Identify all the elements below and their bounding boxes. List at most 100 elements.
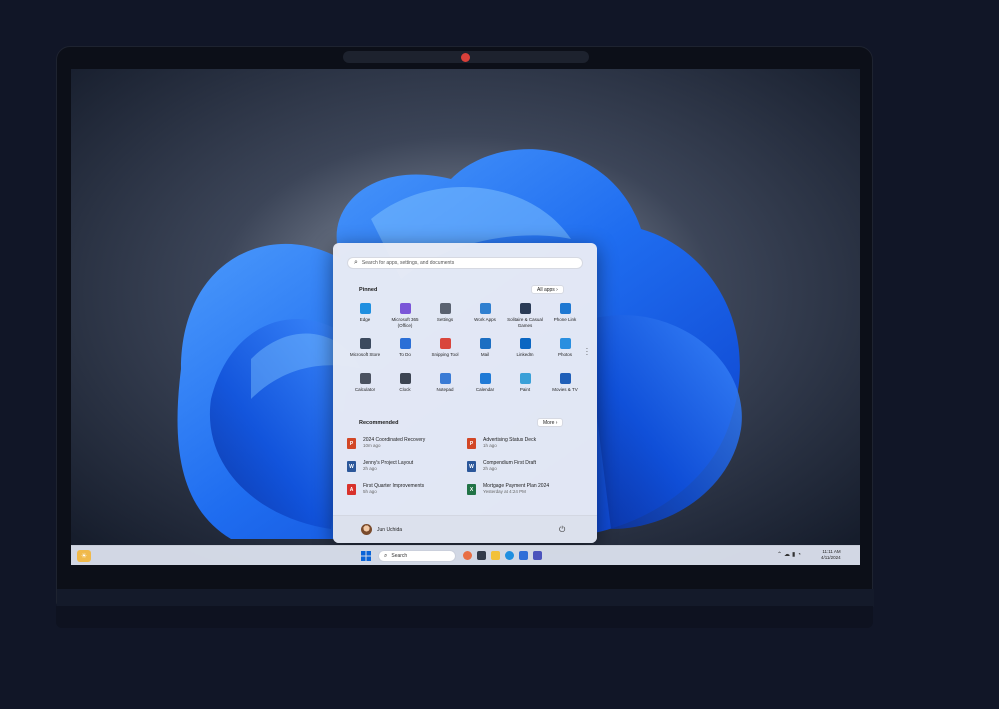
copilot-icon[interactable] — [463, 551, 472, 560]
pinned-app[interactable]: Solitaire & Casual Games — [505, 303, 545, 329]
pinned-app[interactable]: Clock — [385, 373, 425, 399]
pinned-title: Pinned — [359, 287, 378, 293]
taskbar-search[interactable]: ⌕ Search — [378, 550, 456, 562]
power-icon[interactable]: ⏻ — [559, 525, 565, 535]
pinned-app-label: Work Apps — [474, 317, 496, 322]
solitaire-icon — [519, 303, 531, 314]
recommended-text: 2024 Coordinated Recovery 10m ago — [363, 437, 425, 449]
pinned-app[interactable]: Photos — [545, 338, 585, 364]
windows-start-icon[interactable] — [361, 551, 371, 561]
recommended-time: 1h ago — [483, 443, 497, 448]
mail-icon — [479, 338, 491, 349]
pinned-app-label: Snipping Tool — [431, 352, 459, 357]
teams-icon[interactable] — [533, 551, 542, 560]
pinned-app[interactable]: LinkedIn — [505, 338, 545, 364]
start-search-box[interactable]: ⌕ Search for apps, settings, and documen… — [347, 257, 583, 269]
pinned-app-label: Photos — [557, 352, 572, 357]
edge-icon[interactable] — [505, 551, 514, 560]
pinned-app-label: Notepad — [436, 387, 454, 392]
calculator-icon — [359, 373, 371, 384]
pinned-app[interactable]: Microsoft Store — [345, 338, 385, 364]
taskbar-search-label: Search — [391, 553, 408, 559]
recommended-item[interactable]: P 2024 Coordinated Recovery 10m ago — [347, 437, 467, 451]
store-icon — [359, 338, 371, 349]
search-icon: ⌕ — [354, 259, 358, 266]
linkedin-icon — [519, 338, 531, 349]
pinned-app-label: Solitaire & Casual Games — [507, 317, 543, 328]
pdf-icon: A — [347, 484, 356, 495]
movies-icon — [559, 373, 571, 384]
pinned-app-label: Paint — [519, 387, 531, 392]
recommended-item[interactable]: W Jenny's Project Layout 2h ago — [347, 460, 467, 474]
pinned-app[interactable]: Movies & TV — [545, 373, 585, 399]
pinned-app-label: LinkedIn — [516, 352, 534, 357]
recommended-item[interactable]: P Advertising Status Deck 1h ago — [467, 437, 587, 451]
weather-icon[interactable]: ☀ — [77, 550, 91, 562]
pinned-app-label: Movies & TV — [552, 387, 578, 392]
pinned-app-label: Edge — [359, 317, 371, 322]
laptop-bezel: ⌕ Search for apps, settings, and documen… — [56, 46, 874, 607]
pinned-apps-grid: Edge Microsoft 365 (Office) Settings Work A… — [345, 303, 585, 399]
recommended-time: Yesterday at 4:24 PM — [483, 489, 526, 494]
pinned-app-label: Settings — [436, 317, 454, 322]
pinned-app[interactable]: Calculator — [345, 373, 385, 399]
recommended-list: P 2024 Coordinated Recovery 10m ago P Advert… — [347, 437, 587, 497]
pinned-app[interactable]: Edge — [345, 303, 385, 329]
more-pages-icon[interactable]: · · · — [585, 345, 589, 359]
powerpoint-icon: P — [347, 438, 356, 449]
paint-icon — [519, 373, 531, 384]
word-icon: W — [347, 461, 356, 472]
start-menu: ⌕ Search for apps, settings, and documen… — [333, 243, 597, 543]
clock-icon — [399, 373, 411, 384]
recommended-text: Mortgage Payment Plan 2024 Yesterday at 4… — [483, 483, 549, 495]
recommended-item[interactable]: W Compendium First Draft 2h ago — [467, 460, 587, 474]
pinned-app-label: Microsoft 365 (Office) — [391, 317, 419, 328]
work-apps-icon — [479, 303, 491, 314]
recommended-item[interactable]: A First Quarter Improvements 5h ago — [347, 483, 467, 497]
recommended-item[interactable]: X Mortgage Payment Plan 2024 Yesterday at … — [467, 483, 587, 497]
bottom-bezel — [57, 589, 874, 607]
pinned-app[interactable]: Phone Link — [545, 303, 585, 329]
edge-icon — [359, 303, 371, 314]
powerpoint-icon: P — [467, 438, 476, 449]
user-name[interactable]: Jun Uchida — [377, 527, 402, 533]
pinned-app-label: Phone Link — [553, 317, 577, 322]
pinned-app[interactable]: Paint — [505, 373, 545, 399]
todo-icon — [399, 338, 411, 349]
pinned-app-label: Mail — [480, 352, 490, 357]
pinned-app[interactable]: Calendar — [465, 373, 505, 399]
pinned-app[interactable]: Mail — [465, 338, 505, 364]
webcam-shutter-icon — [461, 53, 470, 62]
file-explorer-icon[interactable] — [491, 551, 500, 560]
pinned-app[interactable]: Notepad — [425, 373, 465, 399]
word-icon: W — [467, 461, 476, 472]
phone-link-icon — [559, 303, 571, 314]
snipping-tool-icon — [439, 338, 451, 349]
recommended-title: Recommended — [359, 420, 399, 426]
pinned-app[interactable]: Work Apps — [465, 303, 505, 329]
pinned-app[interactable]: To Do — [385, 338, 425, 364]
system-tray-icons[interactable]: ⌃☁▮◔ — [777, 551, 803, 558]
webcam-bar — [343, 51, 589, 63]
recommended-text: Compendium First Draft 2h ago — [483, 460, 536, 472]
store-icon[interactable] — [519, 551, 528, 560]
pinned-app[interactable]: Snipping Tool — [425, 338, 465, 364]
avatar[interactable] — [361, 524, 372, 535]
pinned-app-label: Microsoft Store — [349, 352, 381, 357]
task-view-icon[interactable] — [477, 551, 486, 560]
excel-icon: X — [467, 484, 476, 495]
recommended-time: 10m ago — [363, 443, 381, 448]
pinned-app[interactable]: Settings — [425, 303, 465, 329]
pinned-app-label: Clock — [399, 387, 411, 392]
clock-date: 4/11/2024 — [821, 555, 841, 560]
pinned-app[interactable]: Microsoft 365 (Office) — [385, 303, 425, 329]
pinned-app-label: Calendar — [475, 387, 495, 392]
more-button[interactable]: More › — [537, 418, 564, 427]
office-icon — [399, 303, 411, 314]
clock[interactable]: 11:11 AM 4/11/2024 — [821, 549, 841, 561]
recommended-time: 5h ago — [363, 489, 377, 494]
recommended-time: 2h ago — [483, 466, 497, 471]
all-apps-button[interactable]: All apps › — [531, 285, 564, 294]
recommended-text: First Quarter Improvements 5h ago — [363, 483, 424, 495]
screen: ⌕ Search for apps, settings, and documen… — [71, 69, 860, 565]
